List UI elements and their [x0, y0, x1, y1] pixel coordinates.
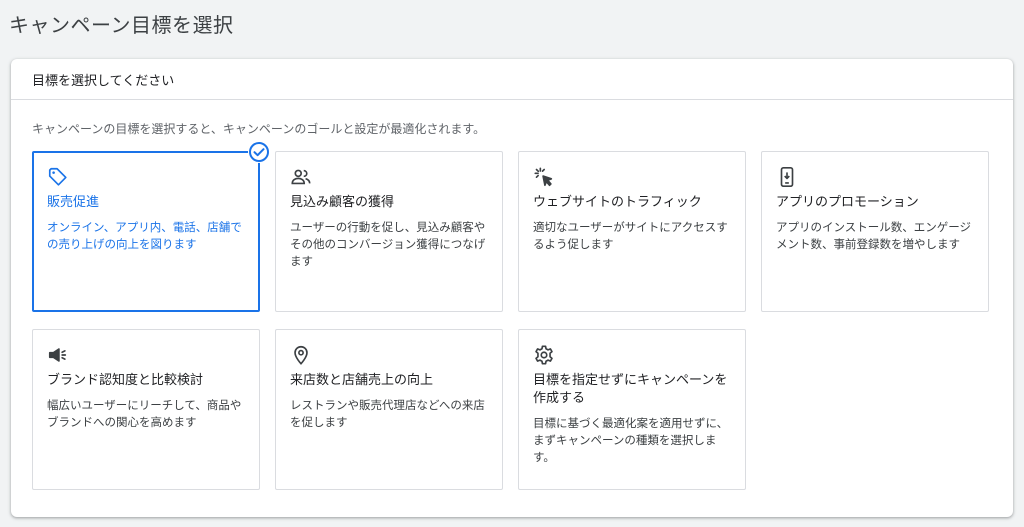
card-title: 目標を指定せずにキャンペーンを作成する [533, 373, 728, 406]
cursor-click-icon [533, 166, 555, 188]
page-title: キャンペーン目標を選択 [9, 13, 234, 37]
card-title: ウェブサイトのトラフィック [533, 195, 702, 210]
card-website-traffic[interactable]: ウェブサイトのトラフィック 適切なユーザーがサイトにアクセスするよう促します [518, 151, 746, 312]
card-store-visits[interactable]: 来店数と店舗売上の向上 レストランや販売代理店などへの来店を促します [275, 329, 503, 490]
location-pin-icon [290, 344, 312, 366]
card-title: アプリのプロモーション [776, 195, 919, 210]
card-brand-awareness[interactable]: ブランド認知度と比較検討 幅広いユーザーにリーチして、商品やブランドへの関心を高… [32, 329, 260, 490]
panel-description: キャンペーンの目標を選択すると、キャンペーンのゴールと設定が最適化されます。 [32, 122, 486, 136]
card-description: 幅広いユーザーにリーチして、商品やブランドへの関心を高めます [47, 398, 242, 429]
card-leads[interactable]: 見込み顧客の獲得 ユーザーの行動を促し、見込み顧客やその他のコンバージョン獲得に… [275, 151, 503, 312]
card-description: 適切なユーザーがサイトにアクセスするよう促します [533, 220, 728, 251]
card-description: アプリのインストール数、エンゲージメント数、事前登録数を増やします [776, 220, 972, 251]
card-sales[interactable]: 販売促進 オンライン、アプリ内、電話、店舗での売り上げの向上を図ります [32, 141, 270, 312]
check-circle-icon [248, 141, 270, 163]
objective-panel: 目標を選択してください キャンペーンの目標を選択すると、キャンペーンのゴールと設… [11, 59, 1013, 517]
gear-icon [533, 344, 555, 366]
card-title: 来店数と店舗売上の向上 [290, 373, 434, 388]
card-description: オンライン、アプリ内、電話、店舗での売り上げの向上を図ります [47, 220, 242, 251]
card-app-promotion[interactable]: アプリのプロモーション アプリのインストール数、エンゲージメント数、事前登録数を… [761, 151, 989, 312]
megaphone-icon [47, 344, 69, 366]
card-description: 目標に基づく最適化案を適用せずに、まずキャンペーンの種類を選択します。 [533, 416, 729, 464]
card-title: ブランド認知度と比較検討 [47, 373, 204, 388]
card-description: ユーザーの行動を促し、見込み顧客やその他のコンバージョン獲得につなげます [290, 220, 486, 268]
panel-header: 目標を選択してください [11, 59, 1013, 100]
card-no-goal[interactable]: 目標を指定せずにキャンペーンを作成する 目標に基づく最適化案を適用せずに、まずキ… [518, 329, 746, 490]
card-title: 販売促進 [47, 195, 100, 210]
phone-download-icon [776, 166, 798, 188]
tag-icon [47, 166, 69, 188]
people-icon [290, 166, 312, 188]
card-title: 見込み顧客の獲得 [290, 195, 395, 210]
card-description: レストランや販売代理店などへの来店を促します [290, 398, 485, 429]
